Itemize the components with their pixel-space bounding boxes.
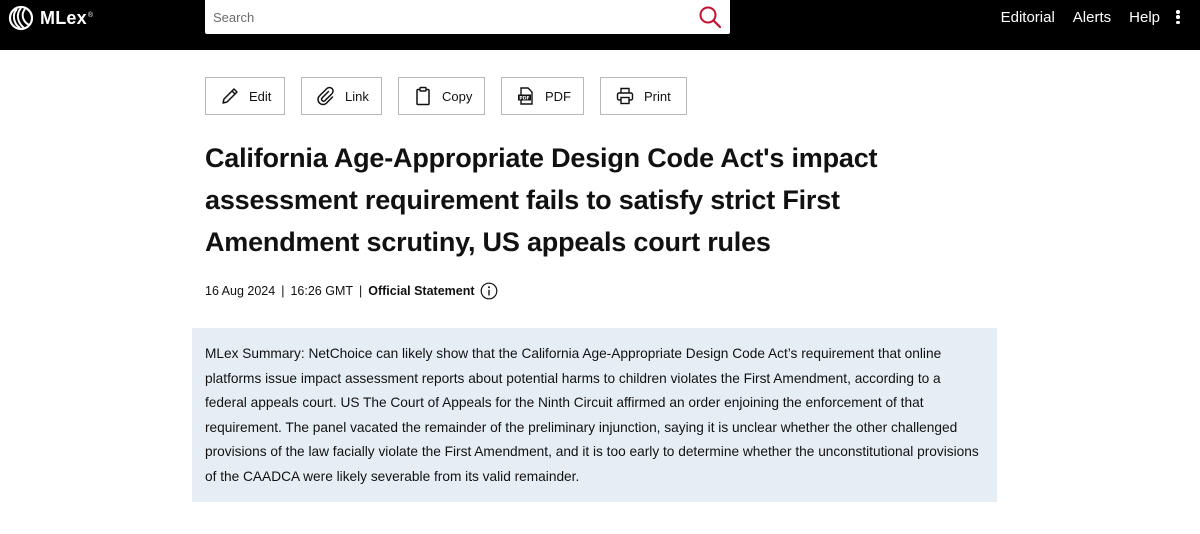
nav-alerts[interactable]: Alerts xyxy=(1073,9,1111,26)
clipboard-icon xyxy=(416,86,430,106)
edit-button[interactable]: Edit xyxy=(205,77,285,115)
top-bar: MLex® Editorial Alerts Help xyxy=(0,0,1200,50)
article-time: 16:26 GMT xyxy=(290,284,353,298)
search-icon[interactable] xyxy=(698,5,722,29)
print-label: Print xyxy=(644,88,671,104)
info-icon[interactable] xyxy=(480,282,498,300)
pencil-icon xyxy=(222,88,238,104)
article-meta: 16 Aug 2024 | 16:26 GMT | Official State… xyxy=(205,282,498,300)
more-vertical-icon[interactable] xyxy=(1174,7,1182,27)
svg-text:PDF: PDF xyxy=(519,95,529,101)
link-label: Link xyxy=(345,88,369,104)
pdf-button[interactable]: PDF PDF xyxy=(501,77,584,115)
pdf-label: PDF xyxy=(545,88,571,104)
edit-label: Edit xyxy=(249,88,272,104)
nav-help[interactable]: Help xyxy=(1129,9,1160,26)
search-input[interactable] xyxy=(205,0,685,34)
brand-name: MLex® xyxy=(40,7,93,28)
nav-editorial[interactable]: Editorial xyxy=(1001,9,1055,26)
article-toolbar: Edit Link Copy PDF PDF Print xyxy=(205,77,687,115)
paperclip-icon xyxy=(317,86,334,106)
top-nav: Editorial Alerts Help xyxy=(1001,0,1182,34)
meta-separator: | xyxy=(359,284,363,298)
article-date: 16 Aug 2024 xyxy=(205,284,276,298)
search-bar xyxy=(205,0,730,34)
summary-text: MLex Summary: NetChoice can likely show … xyxy=(205,346,979,484)
globe-logo-icon xyxy=(8,5,34,31)
mlex-logo[interactable]: MLex® xyxy=(8,5,93,31)
link-button[interactable]: Link xyxy=(301,77,382,115)
pdf-file-icon: PDF xyxy=(518,87,533,105)
article-summary: MLex Summary: NetChoice can likely show … xyxy=(192,328,997,502)
print-button[interactable]: Print xyxy=(600,77,687,115)
copy-label: Copy xyxy=(442,88,473,104)
printer-icon xyxy=(616,87,634,105)
article-type: Official Statement xyxy=(368,284,475,298)
copy-button[interactable]: Copy xyxy=(398,77,485,115)
article-title: California Age-Appropriate Design Code A… xyxy=(205,143,878,257)
meta-separator: | xyxy=(281,284,285,298)
